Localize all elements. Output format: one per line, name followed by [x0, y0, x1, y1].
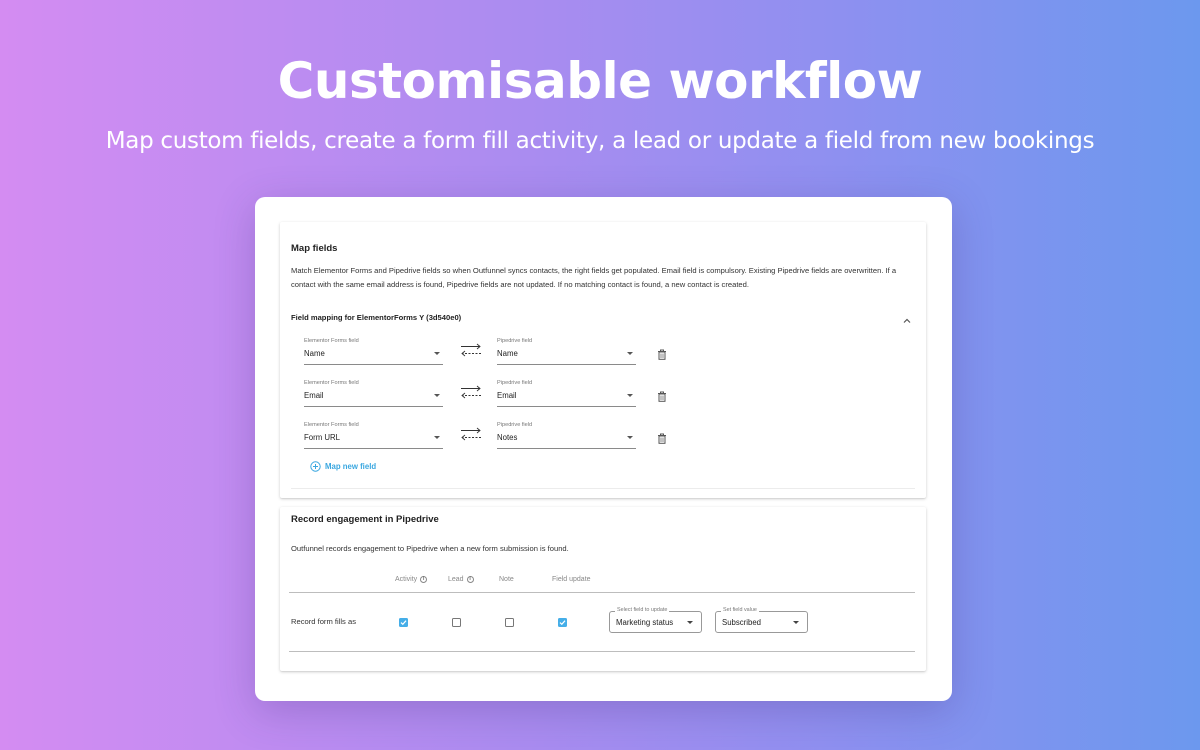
- target-field-value: Email: [497, 391, 517, 400]
- delete-icon[interactable]: [657, 389, 667, 402]
- swap-arrows-icon: [460, 343, 482, 357]
- column-note: Note: [499, 576, 514, 583]
- target-field-value: Notes: [497, 433, 518, 442]
- target-field-label: Pipedrive field: [497, 380, 533, 386]
- dropdown-caret-icon: [627, 436, 633, 439]
- source-field-select[interactable]: Elementor Forms field Name: [304, 338, 443, 365]
- source-field-select[interactable]: Elementor Forms field Email: [304, 380, 443, 407]
- dropdown-caret-icon: [434, 436, 440, 439]
- divider: [291, 488, 915, 489]
- field-update-checkbox[interactable]: [558, 618, 567, 627]
- record-engagement-card: Record engagement in Pipedrive Outfunnel…: [280, 507, 926, 671]
- record-engagement-title: Record engagement in Pipedrive: [291, 514, 439, 525]
- source-field-select[interactable]: Elementor Forms field Form URL: [304, 422, 443, 449]
- column-field-update-label: Field update: [552, 576, 591, 583]
- field-mapping-title: Field mapping for ElementorForms Y (3d54…: [291, 313, 462, 322]
- record-engagement-description: Outfunnel records engagement to Pipedriv…: [291, 544, 569, 553]
- check-icon: [559, 620, 566, 626]
- dropdown-caret-icon: [793, 621, 799, 624]
- column-activity: Activity i: [395, 576, 428, 583]
- column-field-update: Field update: [552, 576, 591, 583]
- target-field-select[interactable]: Pipedrive field Name: [497, 338, 636, 365]
- info-icon[interactable]: i: [466, 576, 474, 583]
- target-field-value: Name: [497, 349, 518, 358]
- field-to-update-value: Marketing status: [616, 618, 674, 627]
- record-row-label: Record form fills as: [291, 617, 356, 626]
- column-lead: Lead i: [448, 576, 474, 583]
- delete-icon[interactable]: [657, 431, 667, 444]
- target-field-label: Pipedrive field: [497, 422, 533, 428]
- target-field-select[interactable]: Pipedrive field Email: [497, 380, 636, 407]
- hero-subtitle: Map custom fields, create a form fill ac…: [105, 128, 1095, 154]
- map-fields-card: Map fields Match Elementor Forms and Pip…: [280, 222, 926, 498]
- row-divider: [289, 651, 915, 652]
- field-value-value: Subscribed: [722, 618, 762, 627]
- dropdown-caret-icon: [687, 621, 693, 624]
- column-lead-label: Lead: [448, 576, 464, 583]
- map-new-field-label: Map new field: [325, 462, 377, 471]
- add-circle-icon: [310, 461, 321, 472]
- map-fields-description: Match Elementor Forms and Pipedrive fiel…: [291, 266, 897, 289]
- source-field-label: Elementor Forms field: [304, 380, 359, 386]
- field-value-label: Set field value: [721, 607, 759, 613]
- activity-checkbox[interactable]: [399, 618, 408, 627]
- source-field-label: Elementor Forms field: [304, 422, 359, 428]
- source-field-value: Name: [304, 349, 325, 358]
- delete-icon[interactable]: [657, 347, 667, 360]
- header-divider: [289, 592, 915, 593]
- swap-arrows-icon: [460, 385, 482, 399]
- field-to-update-label: Select field to update: [615, 607, 670, 613]
- source-field-label: Elementor Forms field: [304, 338, 359, 344]
- screenshot-frame: Map fields Match Elementor Forms and Pip…: [255, 197, 952, 701]
- check-icon: [400, 620, 407, 626]
- map-new-field-button[interactable]: Map new field: [310, 461, 376, 472]
- field-to-update-select[interactable]: Select field to update Marketing status: [609, 607, 702, 633]
- dropdown-caret-icon: [434, 394, 440, 397]
- dropdown-caret-icon: [627, 352, 633, 355]
- source-field-value: Email: [304, 391, 324, 400]
- field-value-select[interactable]: Set field value Subscribed: [715, 607, 808, 633]
- column-note-label: Note: [499, 576, 514, 583]
- hero-title: Customisable workflow: [277, 52, 923, 110]
- lead-checkbox[interactable]: [452, 618, 461, 627]
- source-field-value: Form URL: [304, 433, 340, 442]
- dropdown-caret-icon: [434, 352, 440, 355]
- swap-arrows-icon: [460, 427, 482, 441]
- note-checkbox[interactable]: [505, 618, 514, 627]
- column-activity-label: Activity: [395, 576, 418, 583]
- collapse-chevron-icon[interactable]: [902, 312, 912, 323]
- map-fields-title: Map fields: [291, 243, 338, 254]
- dropdown-caret-icon: [627, 394, 633, 397]
- info-icon[interactable]: i: [420, 576, 428, 583]
- target-field-select[interactable]: Pipedrive field Notes: [497, 422, 636, 449]
- target-field-label: Pipedrive field: [497, 338, 533, 344]
